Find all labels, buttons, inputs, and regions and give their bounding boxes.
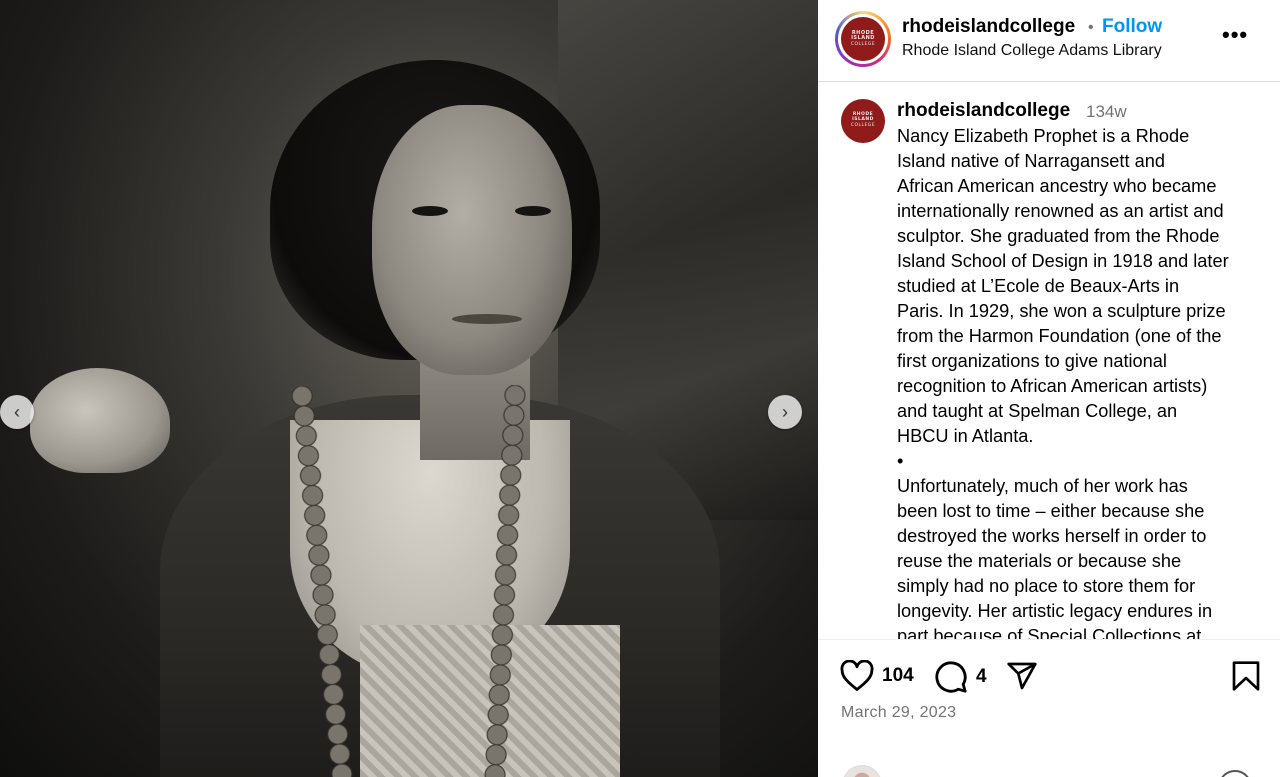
chevron-right-icon: › <box>782 401 788 422</box>
share-icon <box>1007 662 1037 690</box>
post-side-panel: RHODE ISLAND COLLEGE rhodeislandcollege … <box>818 0 1280 777</box>
post-image[interactable]: ‹ › <box>0 0 818 777</box>
caption-timestamp[interactable]: 134w <box>1086 102 1127 122</box>
separator-dot: • <box>1088 19 1094 36</box>
comment-count[interactable]: 4 <box>976 666 987 688</box>
portrait-eye-right <box>515 206 551 216</box>
caption-avatar[interactable]: RHODE ISLAND COLLEGE <box>841 99 885 143</box>
story-avatar[interactable]: RHODE ISLAND COLLEGE <box>835 11 891 67</box>
post-date[interactable]: March 29, 2023 <box>841 704 956 722</box>
post-header: RHODE ISLAND COLLEGE rhodeislandcollege … <box>818 0 1280 82</box>
like-button[interactable]: 104 <box>840 660 914 692</box>
save-button[interactable] <box>1231 660 1261 692</box>
college-logo-icon: RHODE ISLAND COLLEGE <box>841 17 885 61</box>
location-link[interactable]: Rhode Island College Adams Library <box>902 42 1162 60</box>
share-button[interactable] <box>1005 660 1039 692</box>
post-actions: 104 4 March 29, 2023 <box>818 639 1280 777</box>
background-sculpture <box>30 368 170 473</box>
chevron-left-icon: ‹ <box>14 401 20 422</box>
caption-scroll-area[interactable]: RHODE ISLAND COLLEGE rhodeislandcollege … <box>818 83 1280 639</box>
caption-text: Nancy Elizabeth Prophet is a Rhode Islan… <box>897 126 1229 639</box>
comment-icon <box>935 661 967 693</box>
college-logo-icon: RHODE ISLAND COLLEGE <box>841 99 885 143</box>
portrait-face <box>372 105 572 375</box>
emoji-icon[interactable] <box>1218 770 1252 777</box>
portrait-mouth <box>452 314 522 324</box>
bookmark-icon <box>1232 661 1260 691</box>
portrait-eye-left <box>412 206 448 216</box>
follow-button[interactable]: Follow <box>1102 16 1162 38</box>
heart-icon <box>840 660 874 691</box>
carousel-prev-button[interactable]: ‹ <box>0 395 34 429</box>
more-options-icon[interactable]: ••• <box>1222 22 1248 48</box>
carousel-next-button[interactable]: › <box>768 395 802 429</box>
comment-button[interactable]: 4 <box>934 660 987 694</box>
header-username-link[interactable]: rhodeislandcollege <box>902 16 1075 38</box>
caption-username-link[interactable]: rhodeislandcollege <box>897 100 1070 122</box>
like-count[interactable]: 104 <box>882 665 914 687</box>
user-avatar <box>842 765 882 777</box>
